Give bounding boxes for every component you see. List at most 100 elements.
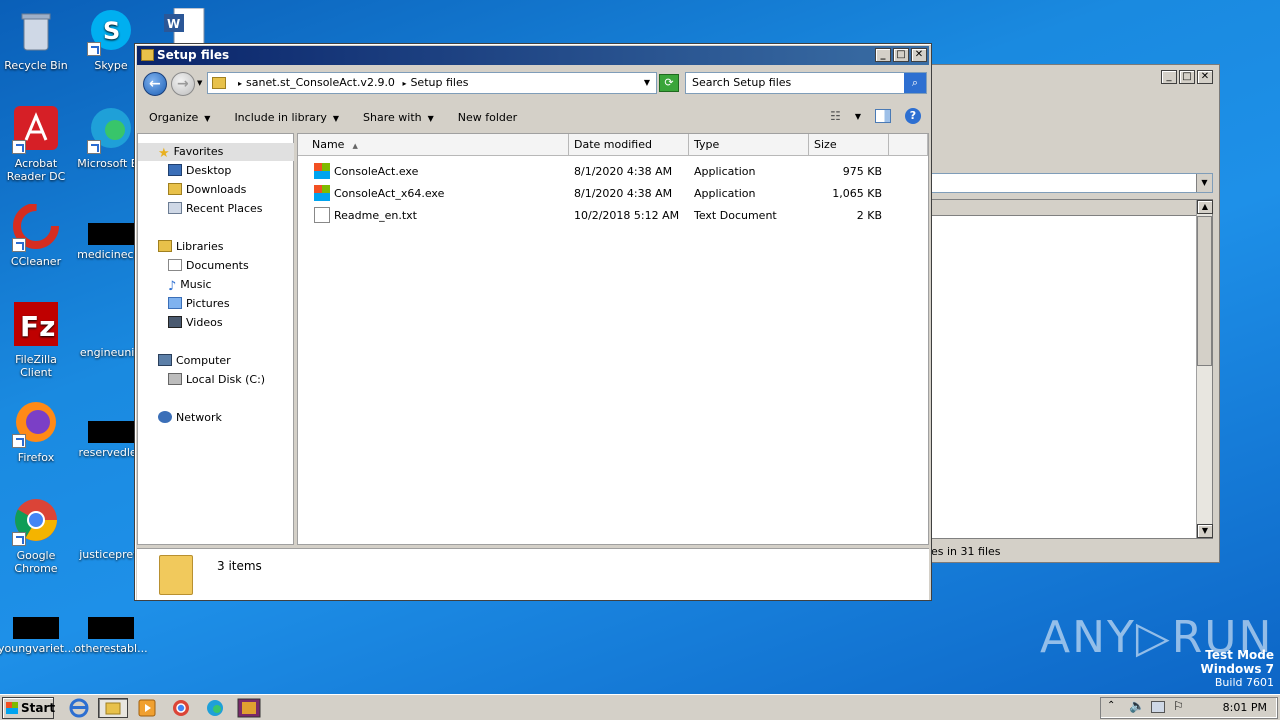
desktop-icon-acrobat[interactable]: Acrobat Reader DC: [0, 106, 74, 183]
nav-documents[interactable]: Documents: [168, 259, 249, 273]
nav-downloads[interactable]: Downloads: [168, 183, 246, 197]
ie-icon[interactable]: [68, 698, 90, 718]
back-button[interactable]: ←: [143, 72, 167, 96]
background-window[interactable]: _ □ ✕ ▼ ▲ ▼ es in 31 files: [930, 64, 1220, 563]
breadcrumb-item[interactable]: sanet.st_ConsoleAct.v2.9.0: [246, 76, 395, 89]
star-icon: ★: [158, 146, 170, 161]
nav-network[interactable]: Network: [158, 411, 222, 425]
recycle-bin-icon: [12, 8, 60, 56]
nav-recent-places[interactable]: Recent Places: [168, 202, 263, 216]
network-status-icon[interactable]: [1151, 701, 1165, 713]
address-bar[interactable]: ▸ sanet.st_ConsoleAct.v2.9.0 ▸ Setup files…: [207, 72, 657, 94]
desktop-icon-firefox[interactable]: Firefox: [0, 400, 74, 464]
desktop-icon-label: Recycle Bin: [4, 59, 68, 72]
edge-taskbar-icon[interactable]: [204, 698, 226, 718]
column-header-name[interactable]: Name ▲: [298, 134, 569, 156]
pictures-icon: [168, 297, 182, 309]
word-document-icon[interactable]: W: [164, 7, 208, 45]
nav-local-disk[interactable]: Local Disk (C:): [168, 373, 265, 387]
maximize-button[interactable]: □: [1179, 70, 1195, 84]
action-center-flag-icon[interactable]: ⚐: [1173, 699, 1184, 713]
desktop-icon-youngvariet[interactable]: youngvariet...: [0, 604, 75, 655]
nav-desktop[interactable]: Desktop: [168, 164, 231, 178]
search-input[interactable]: Search Setup files ⌕: [685, 72, 927, 94]
svg-text:W: W: [167, 17, 180, 31]
computer-icon: [158, 354, 172, 366]
folder-icon: [141, 49, 154, 61]
nav-computer[interactable]: Computer: [158, 354, 231, 368]
file-type: Application: [694, 187, 756, 200]
nav-videos[interactable]: Videos: [168, 316, 223, 330]
search-icon[interactable]: ⌕: [904, 73, 926, 93]
show-hidden-icons[interactable]: ⌃: [1107, 700, 1115, 711]
ccleaner-icon: [12, 203, 60, 252]
view-options-icon[interactable]: ☷: [830, 109, 841, 123]
close-button[interactable]: ✕: [911, 48, 927, 62]
chevron-down-icon[interactable]: ▼: [1196, 174, 1212, 192]
desktop-icon-recycle-bin[interactable]: Recycle Bin: [0, 8, 74, 72]
table-row[interactable]: Readme_en.txt 10/2/2018 5:12 AM Text Doc…: [298, 206, 928, 226]
file-thumbnail-icon: [88, 617, 134, 639]
include-in-library-menu[interactable]: Include in library ▼: [222, 111, 351, 124]
title-bar[interactable]: Setup files _ □ ✕: [137, 46, 929, 65]
scrollbar-thumb[interactable]: [1197, 216, 1212, 366]
edge-icon: [87, 106, 135, 154]
table-row[interactable]: ConsoleAct_x64.exe 8/1/2020 4:38 AM Appl…: [298, 184, 928, 204]
bg-dropdown[interactable]: ▼: [931, 173, 1213, 193]
column-header-extra[interactable]: [889, 134, 928, 156]
navigation-pane[interactable]: ★ Favorites Desktop Downloads Recent Plac…: [137, 133, 294, 545]
minimize-button[interactable]: _: [875, 48, 891, 62]
nav-pictures[interactable]: Pictures: [168, 297, 230, 311]
preview-pane-icon[interactable]: [875, 109, 891, 123]
file-name-cell: ConsoleAct_x64.exe: [314, 184, 444, 204]
file-date: 8/1/2020 4:38 AM: [574, 165, 673, 178]
nav-libraries[interactable]: Libraries: [158, 240, 224, 254]
view-controls: ☷ ▼ ?: [830, 108, 921, 124]
help-icon[interactable]: ?: [905, 108, 921, 124]
desktop-icon-filezilla[interactable]: Fz FileZilla Client: [0, 302, 74, 379]
chevron-right-icon[interactable]: ▸: [402, 79, 406, 88]
share-with-label: Share with: [363, 110, 422, 124]
chrome-taskbar-icon[interactable]: [170, 698, 192, 718]
recent-pages-dropdown[interactable]: ▼: [197, 79, 202, 87]
desktop-icon-otherestabl[interactable]: otherestabl...: [73, 604, 149, 655]
refresh-button[interactable]: ⟳: [659, 74, 679, 92]
media-player-icon[interactable]: [136, 698, 158, 718]
scroll-up-button[interactable]: ▲: [1197, 200, 1213, 214]
breadcrumb-item[interactable]: Setup files: [410, 76, 468, 89]
column-label: Type: [694, 138, 720, 151]
desktop-icon-ccleaner[interactable]: CCleaner: [0, 203, 74, 268]
start-button[interactable]: Start: [2, 697, 55, 719]
vertical-scrollbar[interactable]: ▲ ▼: [1196, 200, 1213, 538]
column-header-date-modified[interactable]: Date modified: [569, 134, 689, 156]
nav-label: Favorites: [173, 145, 224, 158]
chevron-down-icon[interactable]: ▼: [855, 112, 861, 121]
test-mode-watermark: Test Mode Windows 7 Build 7601: [1201, 648, 1274, 690]
nav-favorites[interactable]: ★ Favorites: [158, 145, 224, 161]
table-row[interactable]: ConsoleAct.exe 8/1/2020 4:38 AM Applicat…: [298, 162, 928, 182]
bg-list-area[interactable]: ▲ ▼: [931, 199, 1213, 539]
share-with-menu[interactable]: Share with ▼: [351, 111, 446, 124]
maximize-button[interactable]: □: [893, 48, 909, 62]
minimize-button[interactable]: _: [1161, 70, 1177, 84]
desktop-icon-chrome[interactable]: Google Chrome: [0, 498, 74, 575]
volume-icon[interactable]: 🔈: [1129, 699, 1145, 714]
scroll-down-button[interactable]: ▼: [1197, 524, 1213, 538]
close-button[interactable]: ✕: [1197, 70, 1213, 84]
explorer-window[interactable]: Setup files _ □ ✕ ← → ▼ ▸ sanet.st_Consol…: [134, 43, 932, 601]
column-header-type[interactable]: Type: [689, 134, 809, 156]
nav-music[interactable]: ♪ Music: [168, 278, 212, 294]
svg-text:S: S: [103, 17, 120, 45]
back-arrow-icon: ←: [149, 76, 161, 92]
file-list[interactable]: Name ▲ Date modified Type Size ConsoleAct…: [297, 133, 929, 545]
music-icon: ♪: [168, 279, 177, 294]
column-header-size[interactable]: Size: [809, 134, 889, 156]
clock[interactable]: 8:01 PM: [1223, 701, 1267, 714]
explorer-taskbar-icon[interactable]: [98, 698, 128, 718]
organize-menu[interactable]: Organize ▼: [137, 111, 222, 124]
forward-button[interactable]: →: [171, 72, 195, 96]
chevron-down-icon[interactable]: ▼: [644, 73, 650, 93]
new-folder-button[interactable]: New folder: [446, 111, 529, 124]
chevron-right-icon[interactable]: ▸: [238, 79, 242, 88]
winrar-icon[interactable]: [236, 698, 262, 718]
